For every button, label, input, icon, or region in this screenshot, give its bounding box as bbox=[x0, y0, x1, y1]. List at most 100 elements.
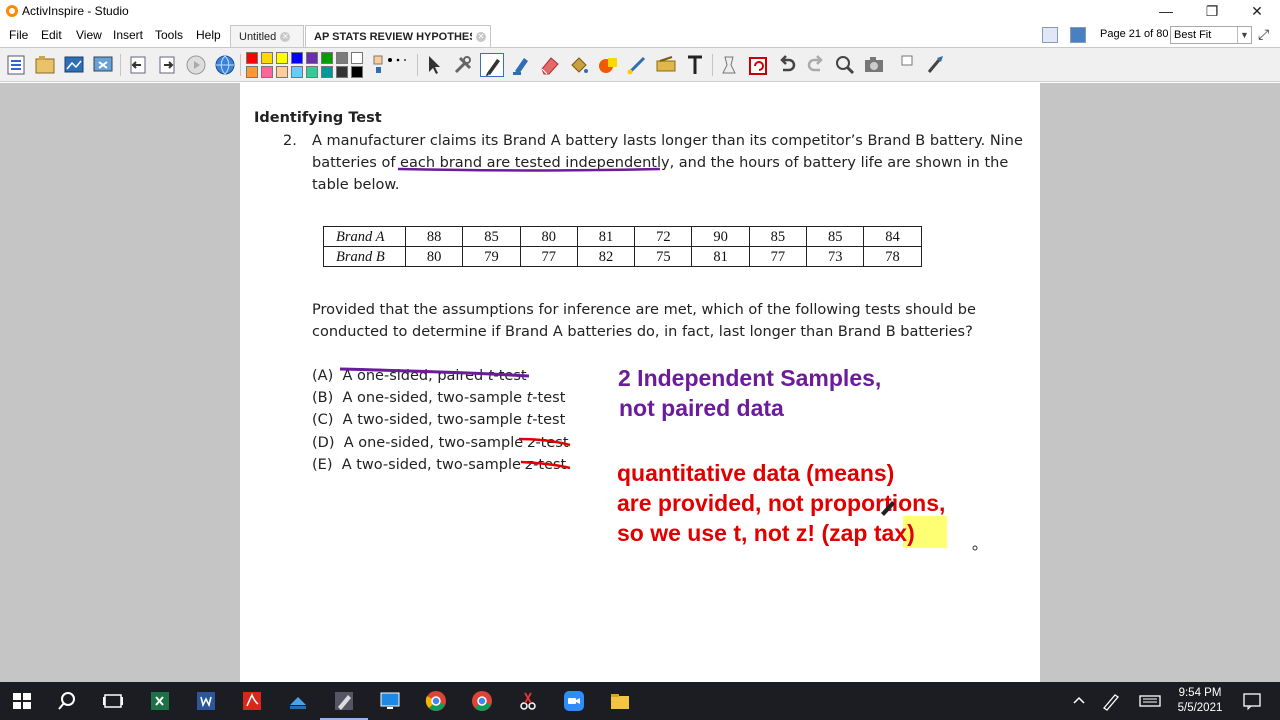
minimize-button[interactable]: — bbox=[1143, 0, 1189, 22]
snipping-tool-icon[interactable] bbox=[516, 689, 540, 713]
camera-icon[interactable] bbox=[862, 53, 886, 77]
menu-tools[interactable]: Tools bbox=[155, 28, 183, 42]
color-swatch[interactable] bbox=[261, 52, 273, 64]
close-window-button[interactable]: ✕ bbox=[1234, 0, 1280, 22]
customize-toolbox-icon[interactable] bbox=[924, 53, 948, 77]
color-swatch[interactable] bbox=[276, 66, 288, 78]
menu-file[interactable]: File bbox=[9, 28, 28, 42]
zoom-icon[interactable] bbox=[833, 53, 857, 77]
color-swatch[interactable] bbox=[276, 52, 288, 64]
color-swatch[interactable] bbox=[351, 66, 363, 78]
annotation-not-paired[interactable]: not paired data bbox=[619, 395, 784, 422]
annotation-not-proportions[interactable]: are provided, not proportions, bbox=[617, 490, 945, 517]
color-swatch[interactable] bbox=[246, 52, 258, 64]
question-number: 2. bbox=[283, 133, 297, 149]
tab-label: Untitled bbox=[239, 31, 277, 43]
toolbox-pin-icon[interactable] bbox=[900, 53, 914, 77]
notifications-icon[interactable] bbox=[1240, 689, 1264, 713]
color-swatch[interactable] bbox=[291, 52, 303, 64]
pen-tool-icon[interactable] bbox=[480, 53, 504, 77]
table-cell: 85 bbox=[462, 226, 521, 247]
restore-button[interactable]: ❐ bbox=[1189, 0, 1235, 22]
reset-page-icon[interactable] bbox=[746, 53, 770, 77]
table-cell: 73 bbox=[806, 246, 865, 267]
title-bar: ActivInspire - Studio — ❐ ✕ bbox=[0, 0, 1280, 22]
resource-browser-icon[interactable] bbox=[33, 53, 57, 77]
color-swatch[interactable] bbox=[321, 52, 333, 64]
flipchart-icon[interactable] bbox=[62, 53, 86, 77]
table-cell: 80 bbox=[519, 226, 578, 247]
keyboard-icon[interactable] bbox=[1138, 689, 1162, 713]
close-tab-icon[interactable]: ✕ bbox=[280, 32, 291, 42]
table-cell: 81 bbox=[691, 246, 750, 267]
dual-user-icon[interactable] bbox=[1070, 27, 1086, 43]
chrome-icon[interactable] bbox=[424, 689, 448, 713]
next-page-icon[interactable] bbox=[155, 53, 179, 77]
connector-icon[interactable] bbox=[625, 53, 649, 77]
color-swatch[interactable] bbox=[351, 52, 363, 64]
flipchart-page[interactable]: Identifying Test 2. A manufacturer claim… bbox=[240, 83, 1040, 682]
eraser-icon[interactable] bbox=[538, 53, 562, 77]
system-clock[interactable]: 9:54 PM 5/5/2021 bbox=[1168, 686, 1232, 716]
tab-untitled[interactable]: Untitled ✕ bbox=[230, 25, 304, 47]
pen-width-icon[interactable] bbox=[372, 53, 412, 77]
page-browser-icon[interactable] bbox=[1042, 27, 1058, 43]
clear-icon[interactable] bbox=[717, 53, 741, 77]
desktop-annotate-icon[interactable] bbox=[91, 53, 115, 77]
windows-start-icon[interactable] bbox=[10, 689, 34, 713]
monitor-app-icon[interactable] bbox=[378, 689, 402, 713]
windows-taskbar: 9:54 PM 5/5/2021 bbox=[0, 682, 1280, 720]
select-arrow-icon[interactable] bbox=[422, 53, 446, 77]
menu-help[interactable]: Help bbox=[196, 28, 221, 42]
web-browser-icon[interactable] bbox=[213, 53, 237, 77]
color-swatch[interactable] bbox=[336, 52, 348, 64]
close-tab-icon[interactable]: ✕ bbox=[476, 32, 486, 42]
question-line-1: A manufacturer claims its Brand A batter… bbox=[312, 133, 1023, 149]
main-menu-icon[interactable] bbox=[4, 53, 28, 77]
activinspire-taskbar-icon[interactable] bbox=[320, 689, 368, 720]
app-icon[interactable] bbox=[286, 689, 310, 713]
color-swatch[interactable] bbox=[246, 66, 258, 78]
play-icon[interactable] bbox=[184, 53, 208, 77]
magic-ink-icon[interactable] bbox=[654, 53, 678, 77]
tools-icon[interactable] bbox=[451, 53, 475, 77]
highlighter-icon[interactable] bbox=[509, 53, 533, 77]
menu-insert[interactable]: Insert bbox=[113, 28, 143, 42]
color-swatch[interactable] bbox=[306, 52, 318, 64]
zoom-meetings-icon[interactable] bbox=[562, 689, 586, 713]
color-swatch[interactable] bbox=[291, 66, 303, 78]
acrobat-icon[interactable] bbox=[240, 689, 264, 713]
annotation-independent-samples[interactable]: 2 Independent Samples, bbox=[618, 365, 881, 392]
tab-ap-stats-review[interactable]: AP STATS REVIEW HYPOTHESIS ✕ bbox=[305, 25, 491, 47]
color-swatch[interactable] bbox=[336, 66, 348, 78]
question-line-2: batteries of each brand are tested indep… bbox=[312, 155, 1009, 171]
previous-page-icon[interactable] bbox=[126, 53, 150, 77]
color-swatch[interactable] bbox=[261, 66, 273, 78]
undo-icon[interactable] bbox=[775, 53, 799, 77]
zoom-select[interactable]: Best Fit ▼ bbox=[1170, 26, 1252, 44]
table-row: Brand B 80 79 77 82 75 81 77 73 78 bbox=[323, 246, 922, 267]
chevron-up-icon[interactable] bbox=[1069, 689, 1089, 713]
redo-icon[interactable] bbox=[804, 53, 828, 77]
task-view-icon[interactable] bbox=[101, 689, 125, 713]
battery-data-table: Brand A 88 85 80 81 72 90 85 85 84 Brand… bbox=[323, 226, 922, 267]
text-tool-icon[interactable] bbox=[683, 53, 707, 77]
annotation-quantitative[interactable]: quantitative data (means) bbox=[617, 460, 894, 487]
flipchart-canvas[interactable]: Identifying Test 2. A manufacturer claim… bbox=[0, 83, 1280, 682]
shape-tool-icon[interactable] bbox=[596, 53, 620, 77]
menu-edit[interactable]: Edit bbox=[41, 28, 62, 42]
choice-e: (E) A two-sided, two-sample z-test bbox=[312, 457, 567, 473]
excel-icon[interactable] bbox=[148, 689, 172, 713]
menu-view[interactable]: View bbox=[76, 28, 102, 42]
color-swatch[interactable] bbox=[306, 66, 318, 78]
pen-ink-icon[interactable] bbox=[1100, 689, 1122, 713]
word-icon[interactable] bbox=[194, 689, 218, 713]
color-swatch[interactable] bbox=[321, 66, 333, 78]
fill-tool-icon[interactable] bbox=[567, 53, 591, 77]
file-explorer-icon[interactable] bbox=[608, 689, 632, 713]
annotation-use-t[interactable]: so we use t, not z! (zap tax) bbox=[617, 520, 915, 547]
search-icon[interactable] bbox=[55, 689, 79, 713]
table-cell: 90 bbox=[691, 226, 750, 247]
fullscreen-icon[interactable]: ⤢ bbox=[1258, 27, 1274, 43]
chrome-icon[interactable] bbox=[470, 689, 494, 713]
